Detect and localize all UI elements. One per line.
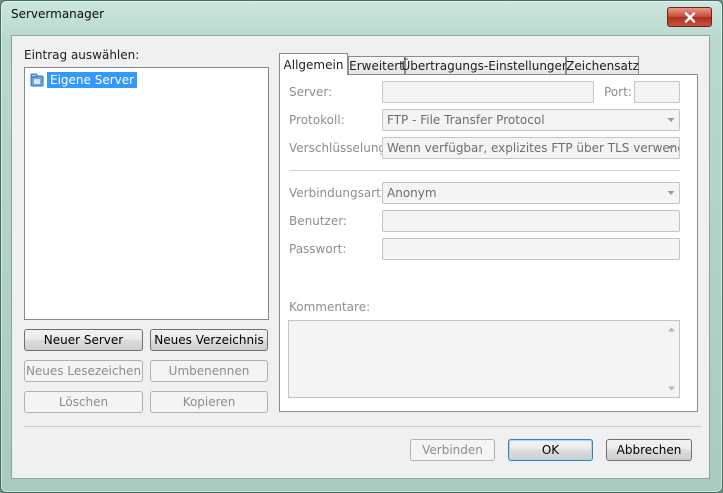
password-input[interactable]	[382, 238, 680, 260]
comments-label: Kommentare:	[289, 300, 371, 314]
close-button[interactable]	[667, 7, 712, 27]
chevron-down-icon	[667, 191, 675, 195]
dialog-client-area: Eintrag auswählen: Eigene Server Neuer S…	[11, 35, 710, 479]
footer-separator	[24, 426, 701, 427]
comments-textarea[interactable]	[288, 320, 680, 398]
new-server-button[interactable]: Neuer Server	[24, 329, 143, 351]
chevron-down-icon	[667, 146, 675, 150]
tree-item-label: Eigene Server	[47, 72, 138, 88]
password-label: Passwort:	[289, 242, 347, 256]
tab-advanced[interactable]: Erweitert	[348, 56, 405, 74]
separator	[289, 170, 680, 171]
title-bar[interactable]: Servermanager	[1, 1, 722, 31]
scroll-up-icon[interactable]	[668, 327, 675, 332]
ok-button[interactable]: OK	[508, 439, 593, 461]
window-title: Servermanager	[11, 7, 105, 21]
close-icon	[684, 11, 695, 23]
logon-type-value: Anonym	[387, 186, 437, 200]
delete-button[interactable]: Löschen	[24, 391, 143, 413]
encryption-value: Wenn verfügbar, explizites FTP über TLS …	[387, 141, 680, 155]
connect-button[interactable]: Verbinden	[410, 439, 495, 461]
select-entry-label: Eintrag auswählen:	[24, 48, 140, 62]
new-bookmark-button[interactable]: Neues Lesezeichen	[24, 360, 143, 382]
protocol-label: Protokoll:	[289, 113, 345, 127]
server-label: Server:	[289, 85, 333, 99]
protocol-select[interactable]: FTP - File Transfer Protocol	[382, 109, 680, 131]
logon-type-select[interactable]: Anonym	[382, 182, 680, 204]
tab-charset[interactable]: Zeichensatz	[566, 56, 639, 74]
port-label: Port:	[604, 85, 632, 99]
copy-button[interactable]: Kopieren	[150, 391, 268, 413]
chevron-down-icon	[667, 118, 675, 122]
encryption-label: Verschlüsselung:	[289, 141, 391, 155]
tree-item-my-servers[interactable]: Eigene Server	[30, 71, 138, 89]
cancel-button[interactable]: Abbrechen	[606, 439, 692, 461]
server-manager-window: Servermanager Eintrag auswählen: Eigene …	[0, 0, 723, 493]
tab-general[interactable]: Allgemein	[279, 53, 348, 75]
general-tab-panel: Server: Port: Protokoll: FTP - File Tran…	[279, 74, 698, 412]
server-folder-icon	[30, 73, 44, 87]
rename-button[interactable]: Umbenennen	[150, 360, 268, 382]
scroll-down-icon[interactable]	[668, 386, 675, 391]
server-input[interactable]	[382, 81, 594, 103]
user-label: Benutzer:	[289, 214, 347, 228]
comments-scrollbar[interactable]	[664, 321, 679, 397]
port-input[interactable]	[634, 81, 680, 103]
encryption-select[interactable]: Wenn verfügbar, explizites FTP über TLS …	[382, 137, 680, 159]
logon-type-label: Verbindungsart:	[289, 186, 385, 200]
protocol-value: FTP - File Transfer Protocol	[387, 113, 545, 127]
user-input[interactable]	[382, 210, 680, 232]
tab-transfer-settings[interactable]: Übertragungs-Einstellungen	[401, 56, 570, 74]
new-folder-button[interactable]: Neues Verzeichnis	[150, 329, 268, 351]
server-tree[interactable]: Eigene Server	[24, 67, 269, 320]
